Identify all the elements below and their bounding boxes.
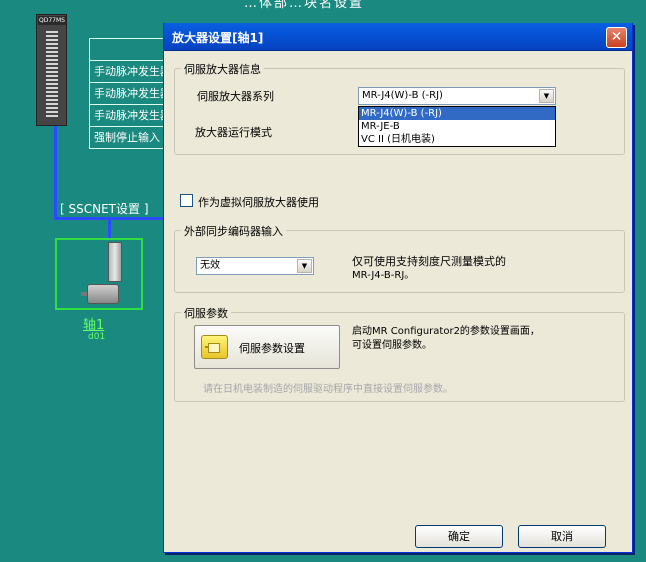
signal-cell[interactable]: [90, 39, 167, 61]
signal-cell[interactable]: 手动脉冲发生器: [90, 61, 167, 83]
canvas-header-text: …体部…块名设置: [244, 0, 365, 11]
axis-1-amplifier-box[interactable]: [55, 238, 143, 310]
series-dropdown-list: MR-J4(W)-B (-RJ) MR-JE-B VC II (日机电装): [358, 106, 556, 147]
signal-cell[interactable]: 强制停止输入: [90, 127, 167, 149]
chevron-down-icon[interactable]: ▼: [539, 89, 554, 103]
encoder-legend: 外部同步编码器输入: [181, 223, 286, 239]
module-terminal-pins: [42, 31, 62, 119]
close-icon[interactable]: ✕: [606, 27, 627, 48]
servo-param-settings-button[interactable]: 伺服参数设置: [194, 325, 340, 369]
amplifier-settings-dialog: 放大器设置[轴1] ✕ 伺服放大器信息 伺服放大器系列 放大器运行模式 MR-J…: [163, 23, 633, 553]
servo-amplifier-icon: [108, 242, 122, 282]
axis-name-link[interactable]: 轴1: [83, 314, 104, 333]
series-label: 伺服放大器系列: [197, 90, 274, 103]
network-line: [108, 217, 111, 239]
encoder-note-line2: MR-J4-B-RJ。: [352, 270, 415, 281]
series-option[interactable]: MR-J4(W)-B (-RJ): [359, 107, 555, 120]
ok-button[interactable]: 确定: [415, 525, 503, 548]
plc-module-icon[interactable]: QD77MS: [36, 14, 67, 126]
series-select[interactable]: MR-J4(W)-B (-RJ) ▼: [358, 87, 556, 105]
servo-param-legend: 伺服参数: [181, 305, 231, 321]
encoder-select-value: 无效: [200, 260, 220, 271]
servo-info-group: 伺服放大器信息 伺服放大器系列 放大器运行模式 MR-J4(W)-B (-RJ)…: [174, 61, 625, 155]
dialog-body: 伺服放大器信息 伺服放大器系列 放大器运行模式 MR-J4(W)-B (-RJ)…: [164, 51, 632, 552]
cancel-button[interactable]: 取消: [518, 525, 606, 548]
signal-cell[interactable]: 手动脉冲发生器: [90, 105, 167, 127]
sscnet-settings-link[interactable]: [ SSCNET设置 ]: [60, 200, 149, 217]
module-label: QD77MS: [38, 16, 66, 25]
signal-table: 手动脉冲发生器 手动脉冲发生器 手动脉冲发生器 强制停止输入: [89, 38, 167, 149]
servo-param-desc-line2: 可设置伺服参数。: [352, 340, 432, 351]
servo-param-group: 伺服参数 伺服参数设置 启动MR Configurator2的参数设置画面， 可…: [174, 305, 625, 402]
servo-param-button-label: 伺服参数设置: [239, 342, 305, 355]
servo-param-disabled-note: 请在日机电装制造的伺服驱动程序中直接设置伺服参数。: [203, 384, 453, 395]
series-option[interactable]: VC II (日机电装): [359, 133, 555, 146]
servo-motor-icon: [87, 284, 119, 304]
encoder-note-line1: 仅可使用支持刻度尺测量模式的: [352, 255, 506, 268]
virtual-amplifier-label: 作为虚拟伺服放大器使用: [198, 196, 319, 209]
virtual-amplifier-checkbox[interactable]: [180, 194, 193, 207]
parameter-settings-icon: [201, 335, 228, 359]
axis-station-number: d01: [88, 332, 106, 342]
series-select-value: MR-J4(W)-B (-RJ): [362, 90, 443, 101]
encoder-select[interactable]: 无效 ▼: [196, 257, 314, 275]
chevron-down-icon[interactable]: ▼: [297, 259, 312, 273]
signal-cell[interactable]: 手动脉冲发生器: [90, 83, 167, 105]
dialog-titlebar[interactable]: 放大器设置[轴1] ✕: [164, 23, 632, 51]
servo-info-legend: 伺服放大器信息: [181, 61, 264, 77]
encoder-group: 外部同步编码器输入 无效 ▼ 仅可使用支持刻度尺测量模式的 MR-J4-B-RJ…: [174, 223, 625, 293]
dialog-title: 放大器设置[轴1]: [172, 31, 264, 45]
series-option[interactable]: MR-JE-B: [359, 120, 555, 133]
network-line: [54, 126, 57, 218]
servo-param-desc-line1: 启动MR Configurator2的参数设置画面，: [352, 326, 540, 337]
mode-label: 放大器运行模式: [195, 126, 272, 139]
